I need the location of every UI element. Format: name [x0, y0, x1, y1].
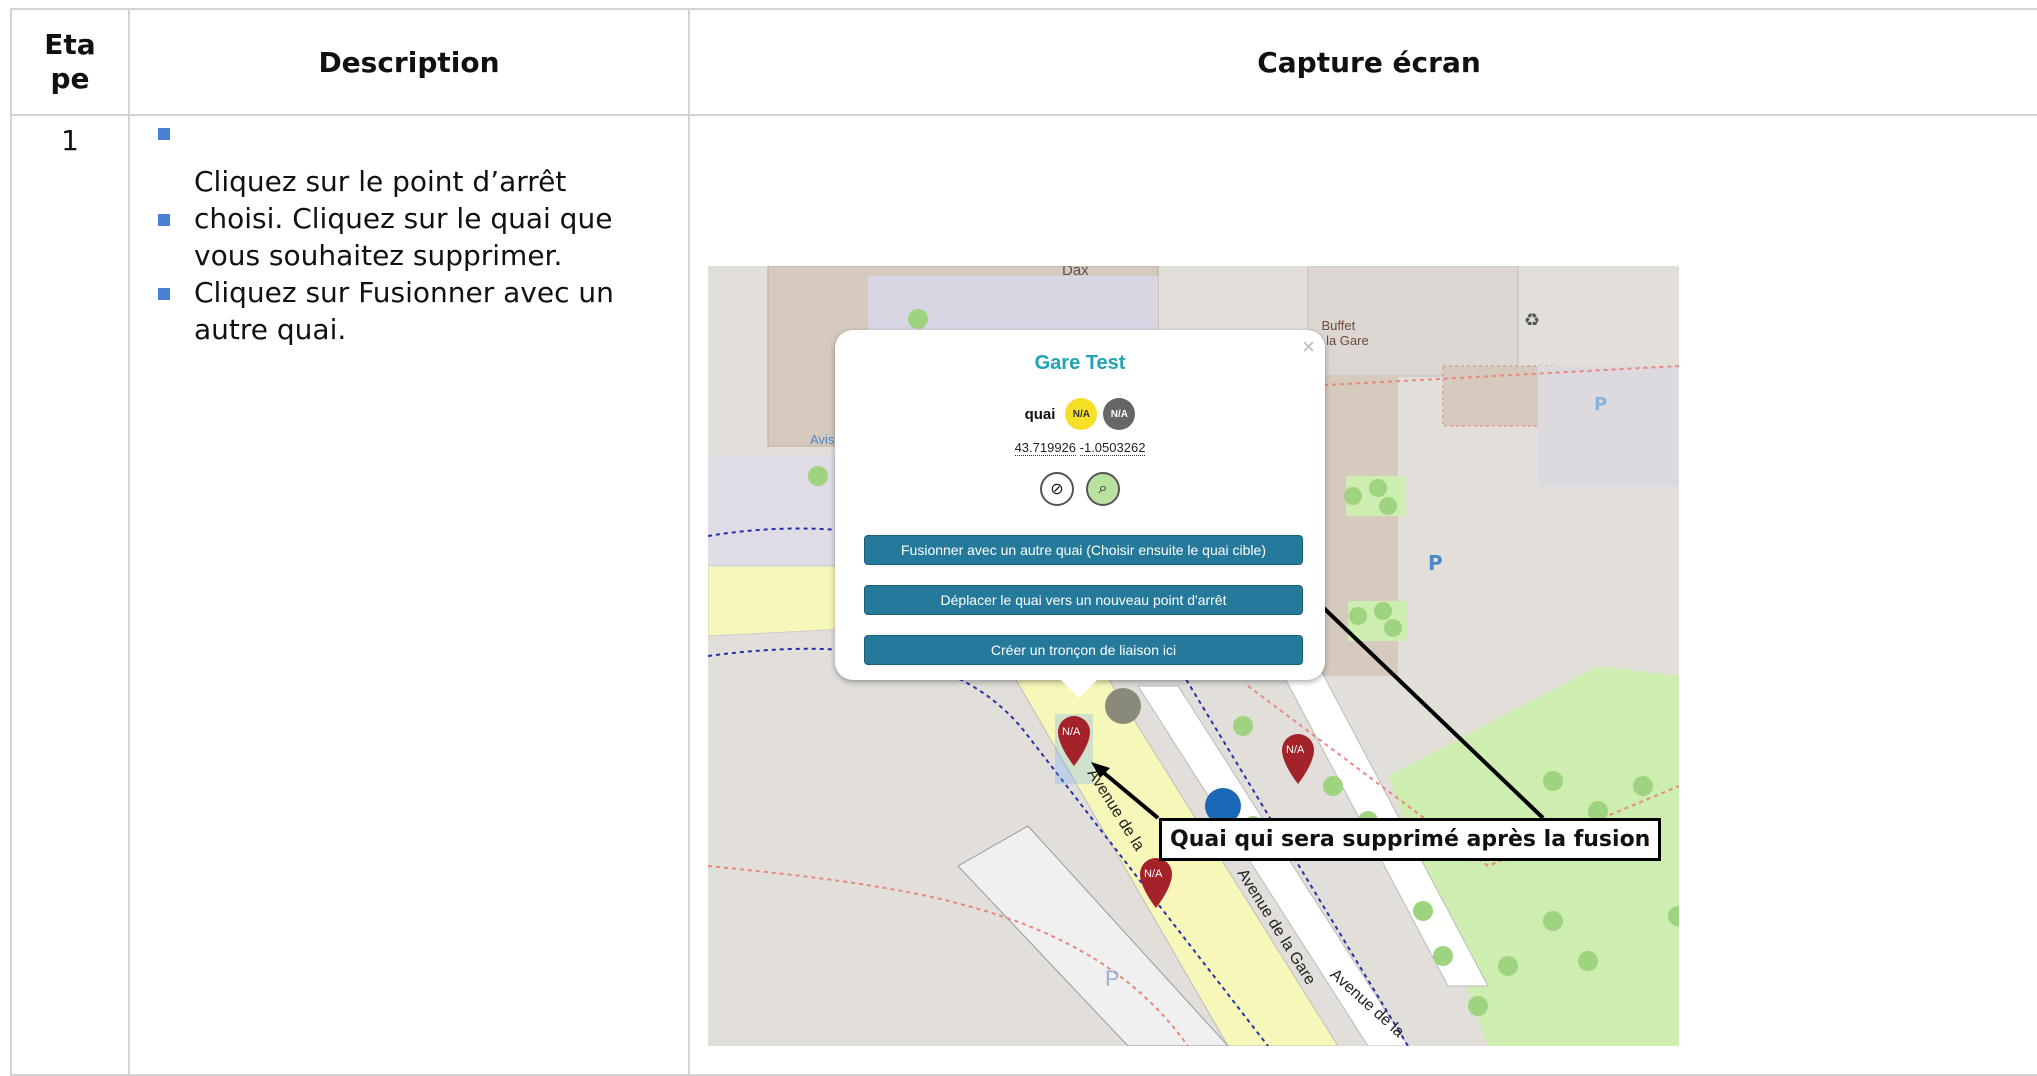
compass-icon[interactable]: ⊘ — [1040, 472, 1074, 506]
marker-label-2: N/A — [1286, 744, 1305, 756]
map-label-parking: P — [1105, 966, 1120, 991]
svg-text:P: P — [1428, 551, 1443, 575]
callout-label: Quai qui sera supprimé après la fusion — [1159, 818, 1662, 861]
header-step: Eta pe — [10, 8, 130, 116]
header-description: Description — [128, 8, 690, 116]
status-badge: N/A — [1065, 398, 1098, 430]
quai-row: quai N/A N/A — [835, 398, 1325, 430]
step-description: Cliquez sur le point d’arrêt choisi. Cli… — [128, 114, 690, 1076]
merge-quai-button[interactable]: Fusionner avec un autre quai (Choisir en… — [864, 535, 1303, 565]
list-item: choisi. Cliquez sur le quai que vous sou… — [156, 200, 656, 274]
bullet-icon — [158, 128, 170, 140]
bullet-icon — [158, 214, 170, 226]
description-list: Cliquez sur le point d’arrêt choisi. Cli… — [156, 126, 656, 348]
marker-label-1: N/A — [1062, 726, 1081, 738]
table-header-row: Eta pe Description Capture écran — [10, 8, 2037, 116]
svg-text:♻: ♻ — [1524, 310, 1540, 331]
marker-label-3: N/A — [1144, 868, 1163, 880]
status-badge: N/A — [1103, 398, 1136, 430]
zoom-icon[interactable]: ⌕ — [1086, 472, 1120, 506]
step-number: 1 — [10, 114, 130, 1076]
bullet-icon — [158, 288, 170, 300]
create-link-button[interactable]: Créer un tronçon de liaison ici — [864, 635, 1303, 665]
header-screenshot: Capture écran — [688, 8, 2037, 116]
map-screenshot: ♻ P P Dax Buffet de la Gare Avis P Avenu… — [708, 266, 1679, 1046]
popup-title: Gare Test — [1034, 352, 1126, 374]
map-label-dax: Dax — [1062, 266, 1089, 279]
svg-text:P: P — [1594, 394, 1607, 415]
popup-icons: ⊘ ⌕ — [835, 472, 1325, 506]
list-item: Cliquez sur le point d’arrêt — [156, 126, 656, 200]
latitude: 43.719926 — [1014, 440, 1077, 456]
map-label-avis: Avis — [810, 432, 835, 447]
quai-label: quai — [1024, 405, 1056, 423]
move-quai-button[interactable]: Déplacer le quai vers un nouveau point d… — [864, 585, 1303, 615]
stop-popup: × Gare Test quai N/A N/A 43.719926 -1.05… — [835, 330, 1325, 698]
list-item: Cliquez sur Fusionner avec un autre quai… — [156, 274, 656, 348]
longitude: -1.0503262 — [1079, 440, 1146, 456]
coordinates: 43.719926 -1.0503262 — [835, 440, 1325, 456]
